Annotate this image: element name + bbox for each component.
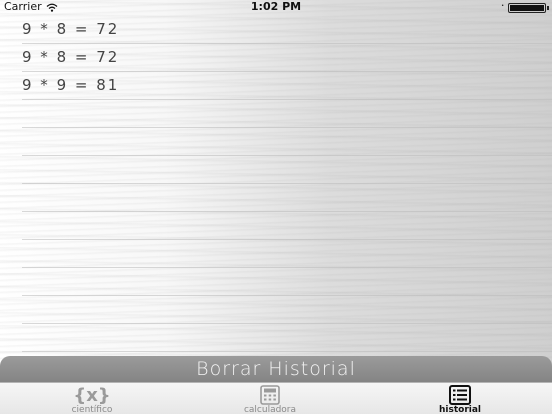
status-time: 1:02 PM (250, 0, 302, 13)
battery-icon (508, 3, 549, 13)
empty-row (22, 100, 552, 128)
empty-row (22, 212, 552, 240)
empty-row (22, 324, 552, 352)
tab-historial[interactable]: historial (420, 383, 500, 414)
status-bar: Carrier 1:02 PM ᛫ (0, 0, 552, 14)
tab-cientifico[interactable]: {x} científico (52, 383, 132, 414)
history-list[interactable]: 9 * 8 = 72 9 * 8 = 72 9 * 9 = 81 (22, 16, 552, 356)
history-entry[interactable]: 9 * 8 = 72 (22, 16, 552, 44)
calculator-icon (260, 385, 280, 405)
empty-row (22, 240, 552, 268)
braces-x-icon: {x} (73, 385, 110, 405)
empty-row (22, 128, 552, 156)
app-screen: Carrier 1:02 PM ᛫ 9 * 8 = 72 9 * 8 = 72 … (0, 0, 552, 414)
tab-label: historial (438, 405, 482, 414)
empty-row (22, 268, 552, 296)
empty-row (22, 296, 552, 324)
clear-history-button[interactable]: Borrar Historial (0, 356, 552, 382)
bluetooth-icon: ᛫ (499, 0, 506, 13)
tab-label: calculadora (243, 405, 297, 414)
tab-label: científico (71, 405, 113, 414)
tab-calculadora[interactable]: calculadora (230, 383, 310, 414)
history-entry[interactable]: 9 * 9 = 81 (22, 72, 552, 100)
tab-bar: {x} científico calculadora historial (0, 382, 552, 414)
history-entry[interactable]: 9 * 8 = 72 (22, 44, 552, 72)
empty-row (22, 184, 552, 212)
list-icon (449, 385, 471, 405)
empty-row (22, 156, 552, 184)
svg-text:{x}: {x} (73, 385, 110, 405)
